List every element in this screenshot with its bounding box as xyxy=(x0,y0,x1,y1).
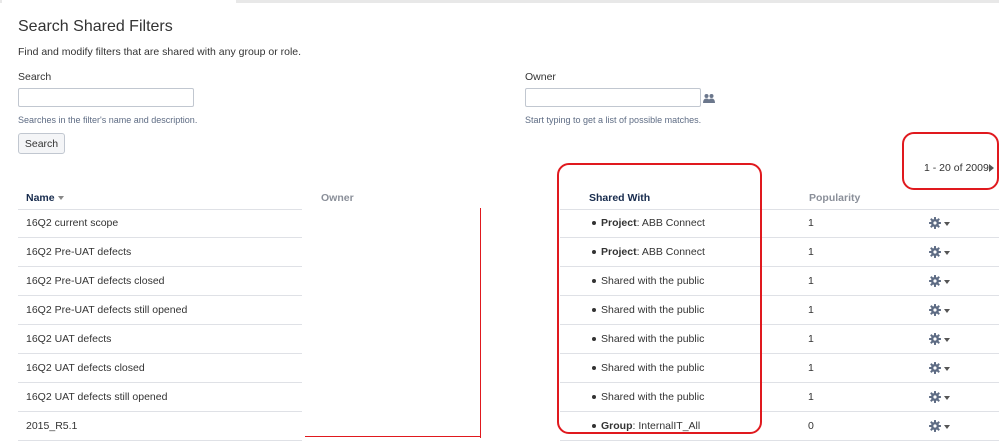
chevron-down-icon xyxy=(944,396,950,400)
filter-popularity: 1 xyxy=(808,217,814,229)
top-border xyxy=(0,0,999,3)
owner-label: Owner xyxy=(525,71,556,83)
gear-icon xyxy=(929,391,941,403)
filter-popularity: 1 xyxy=(808,362,814,374)
chevron-down-icon xyxy=(944,309,950,313)
row-actions-button[interactable] xyxy=(929,216,953,230)
filter-popularity: 1 xyxy=(808,391,814,403)
chevron-down-icon xyxy=(944,251,950,255)
page-title: Search Shared Filters xyxy=(18,18,173,35)
filter-name[interactable]: 16Q2 current scope xyxy=(26,209,118,237)
filter-popularity: 1 xyxy=(808,246,814,258)
table-row: 16Q2 Pre-UAT defects Project: ABB Connec… xyxy=(18,238,999,267)
bullet-icon xyxy=(592,221,596,226)
filter-name[interactable]: 16Q2 UAT defects xyxy=(26,325,111,353)
row-actions-button[interactable] xyxy=(929,390,953,404)
gear-icon xyxy=(929,275,941,287)
next-page-icon[interactable] xyxy=(989,164,994,172)
filter-shared-with: Shared with the public xyxy=(592,296,704,324)
bullet-icon xyxy=(592,279,596,284)
users-icon[interactable] xyxy=(703,93,715,103)
bullet-icon xyxy=(592,337,596,342)
row-actions-button[interactable] xyxy=(929,245,953,259)
table-row: 2015_R5.1 Group: InternalIT_All 0 xyxy=(18,412,999,441)
filter-popularity: 1 xyxy=(808,304,814,316)
filter-popularity: 1 xyxy=(808,275,814,287)
chevron-down-icon xyxy=(944,222,950,226)
row-actions-button[interactable] xyxy=(929,303,953,317)
filter-shared-with: Project: ABB Connect xyxy=(592,209,705,237)
search-label: Search xyxy=(18,71,52,83)
filter-shared-with: Shared with the public xyxy=(592,383,704,411)
row-actions-button[interactable] xyxy=(929,361,953,375)
column-header-popularity[interactable]: Popularity xyxy=(809,192,860,204)
chevron-down-icon xyxy=(944,425,950,429)
filter-name[interactable]: 2015_R5.1 xyxy=(26,412,77,440)
owner-hint: Start typing to get a list of possible m… xyxy=(525,115,702,125)
search-button[interactable]: Search xyxy=(18,133,65,154)
bullet-icon xyxy=(592,250,596,255)
filter-popularity: 1 xyxy=(808,333,814,345)
bullet-icon xyxy=(592,395,596,400)
table-row: 16Q2 UAT defects still opened Shared wit… xyxy=(18,383,999,412)
bullet-icon xyxy=(592,424,596,429)
filter-name[interactable]: 16Q2 Pre-UAT defects still opened xyxy=(26,296,187,324)
annotation-line-horizontal xyxy=(305,436,481,437)
column-header-shared-with: Shared With xyxy=(589,192,651,204)
filter-name[interactable]: 16Q2 UAT defects closed xyxy=(26,354,145,382)
table-row: 16Q2 current scope Project: ABB Connect … xyxy=(18,209,999,238)
filter-shared-with: Shared with the public xyxy=(592,325,704,353)
table-row: 16Q2 Pre-UAT defects closed Shared with … xyxy=(18,267,999,296)
gear-icon xyxy=(929,420,941,432)
row-actions-button[interactable] xyxy=(929,332,953,346)
filter-shared-with: Shared with the public xyxy=(592,267,704,295)
annotation-line-vertical xyxy=(480,208,481,438)
filter-shared-with: Group: InternalIT_All xyxy=(592,412,700,440)
row-actions-button[interactable] xyxy=(929,274,953,288)
sort-arrow-icon xyxy=(57,196,64,201)
filter-shared-with: Shared with the public xyxy=(592,354,704,382)
row-actions-button[interactable] xyxy=(929,419,953,433)
search-input[interactable] xyxy=(18,88,194,107)
gear-icon xyxy=(929,217,941,229)
gear-icon xyxy=(929,333,941,345)
column-header-owner[interactable]: Owner xyxy=(321,192,354,204)
pagination-count: 1 - 20 of 2009 xyxy=(924,162,989,174)
bullet-icon xyxy=(592,366,596,371)
gear-icon xyxy=(929,362,941,374)
filter-shared-with: Project: ABB Connect xyxy=(592,238,705,266)
filter-name[interactable]: 16Q2 Pre-UAT defects xyxy=(26,238,131,266)
table-row: 16Q2 Pre-UAT defects still opened Shared… xyxy=(18,296,999,325)
table-row: 16Q2 UAT defects closed Shared with the … xyxy=(18,354,999,383)
chevron-down-icon xyxy=(944,280,950,284)
filter-name[interactable]: 16Q2 UAT defects still opened xyxy=(26,383,167,411)
filter-popularity: 0 xyxy=(808,420,814,432)
chevron-down-icon xyxy=(944,338,950,342)
annotation-box-pagination xyxy=(902,132,999,190)
owner-input[interactable] xyxy=(525,88,701,107)
search-hint: Searches in the filter's name and descri… xyxy=(18,115,198,125)
chevron-down-icon xyxy=(944,367,950,371)
filter-name[interactable]: 16Q2 Pre-UAT defects closed xyxy=(26,267,165,295)
gear-icon xyxy=(929,246,941,258)
bullet-icon xyxy=(592,308,596,313)
table-row: 16Q2 UAT defects Shared with the public … xyxy=(18,325,999,354)
column-header-name[interactable]: Name xyxy=(26,192,64,204)
gear-icon xyxy=(929,304,941,316)
page-description: Find and modify filters that are shared … xyxy=(18,46,302,58)
